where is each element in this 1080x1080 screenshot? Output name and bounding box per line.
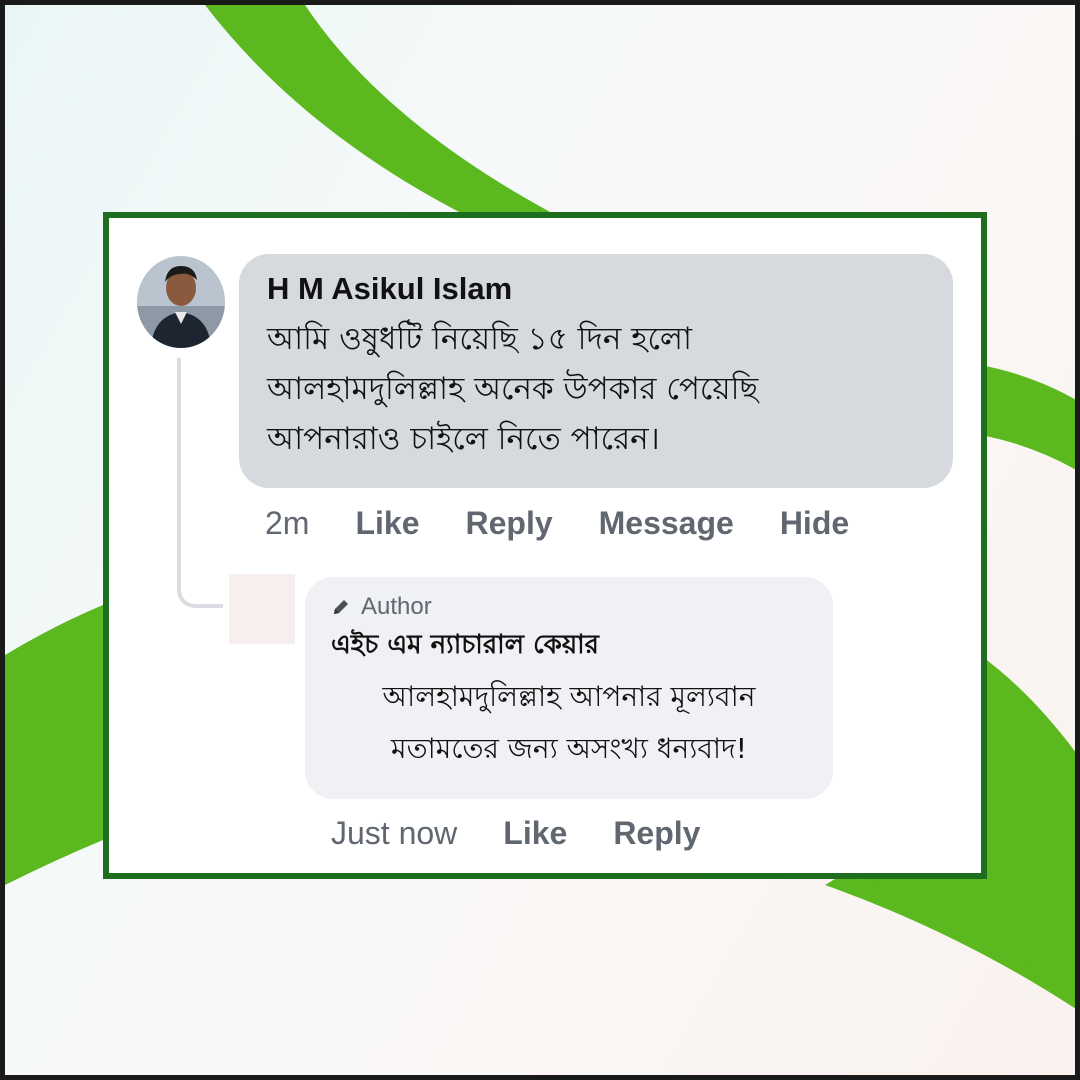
- reply-text: আলহামদুলিল্লাহ আপনার মূল্যবান মতামতের জন…: [331, 671, 807, 775]
- comment-text-line: আলহামদুলিল্লাহ অনেক উপকার পেয়েছি: [267, 371, 759, 407]
- reply-text-line: মতামতের জন্য অসংখ্য ধন্যবাদ!: [391, 732, 747, 765]
- reply-text-line: আলহামদুলিল্লাহ আপনার মূল্যবান: [382, 680, 756, 713]
- page-avatar[interactable]: [229, 574, 295, 644]
- like-button[interactable]: Like: [355, 505, 419, 542]
- author-badge: Author: [331, 593, 807, 621]
- reply-actions: Just now Like Reply: [331, 815, 700, 852]
- comment-bubble: H M Asikul Islam আমি ওষুধটি নিয়েছি ১৫ দ…: [239, 254, 953, 488]
- author-badge-label: Author: [361, 593, 432, 620]
- hide-button[interactable]: Hide: [780, 505, 849, 542]
- reply-reply-button[interactable]: Reply: [613, 815, 700, 852]
- reply-timestamp[interactable]: Just now: [331, 815, 457, 852]
- commenter-name[interactable]: H M Asikul Islam: [267, 268, 925, 310]
- reply-button[interactable]: Reply: [465, 505, 552, 542]
- thread-connector-line: [177, 358, 223, 608]
- comment-text-line: আমি ওষুধটি নিয়েছি ১৫ দিন হলো: [267, 321, 693, 357]
- pencil-icon: [334, 600, 348, 614]
- comment-text: আমি ওষুধটি নিয়েছি ১৫ দিন হলো আলহামদুলিল…: [267, 314, 925, 464]
- commenter-avatar[interactable]: [137, 256, 225, 348]
- comment-text-line: আপনারাও চাইলে নিতে পারেন।: [267, 421, 660, 457]
- image-frame: H M Asikul Islam আমি ওষুধটি নিয়েছি ১৫ দ…: [0, 0, 1080, 1080]
- reply-like-button[interactable]: Like: [503, 815, 567, 852]
- comment-timestamp[interactable]: 2m: [265, 505, 309, 542]
- page-name[interactable]: এইচ এম ন্যাচারাল কেয়ার: [331, 625, 807, 665]
- reply-bubble: Author এইচ এম ন্যাচারাল কেয়ার আলহামদুলি…: [305, 577, 833, 799]
- comment-actions: 2m Like Reply Message Hide: [265, 505, 849, 542]
- message-button[interactable]: Message: [599, 505, 734, 542]
- comment-thread-card: H M Asikul Islam আমি ওষুধটি নিয়েছি ১৫ দ…: [103, 212, 987, 879]
